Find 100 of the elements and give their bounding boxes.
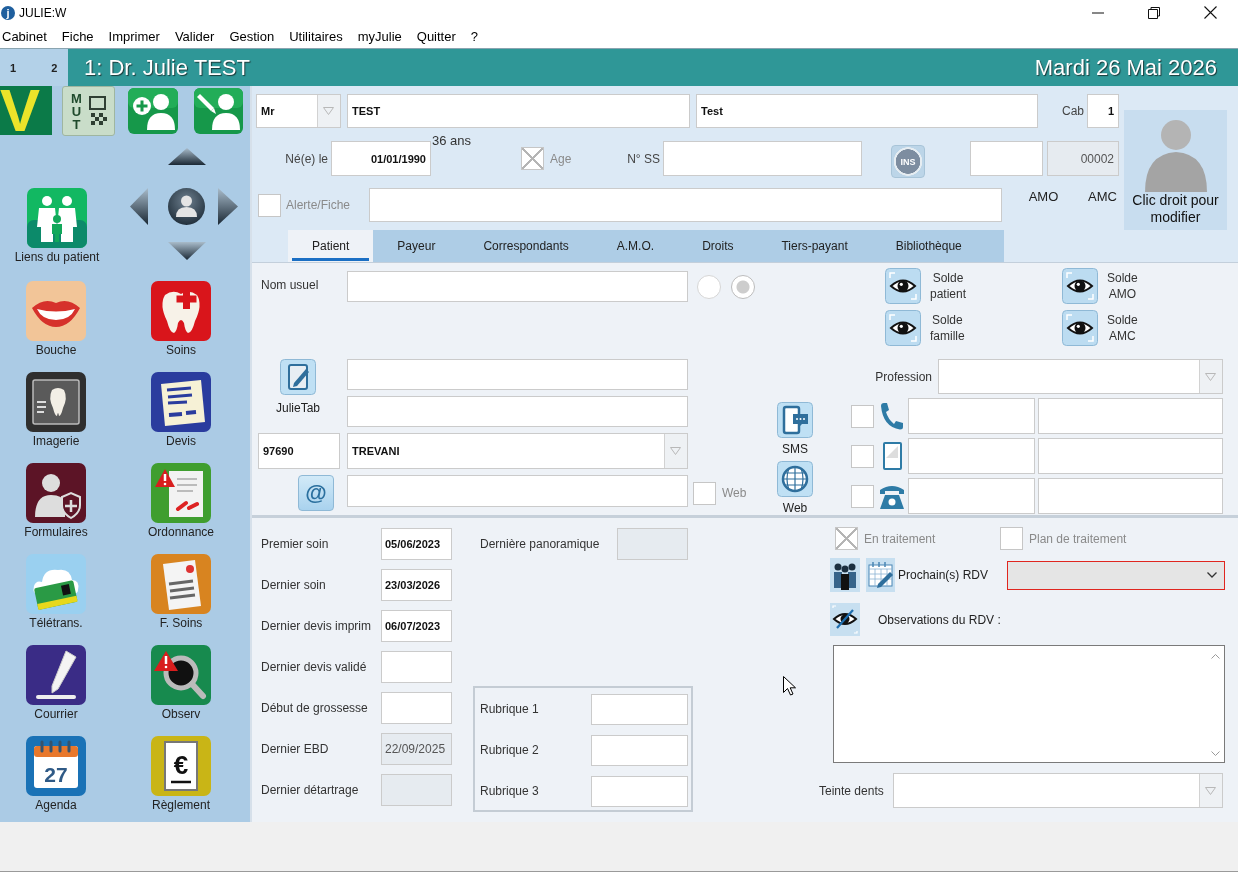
julietab-button[interactable]: JulieTab (276, 359, 320, 415)
number-field[interactable] (970, 141, 1043, 176)
scroll-up-icon[interactable] (1211, 654, 1220, 659)
tab[interactable]: Droits (678, 230, 758, 262)
workspace-tab[interactable]: 1 (6, 61, 21, 74)
calendar-pencil-icon[interactable] (866, 558, 895, 592)
scroll-down-icon[interactable] (1211, 751, 1220, 756)
contact-button[interactable]: Web (777, 461, 813, 515)
radio-button[interactable] (697, 274, 721, 299)
eye-icon[interactable] (885, 310, 921, 346)
phone-field[interactable] (1038, 438, 1223, 474)
phone-field[interactable] (1038, 398, 1223, 434)
person-circle-icon[interactable] (168, 188, 205, 225)
prescription-warning-icon[interactable] (151, 463, 211, 523)
menu-item[interactable]: myJulie (357, 29, 402, 44)
field-label: Né(e) le (284, 152, 329, 166)
vitale-button[interactable]: V (0, 86, 52, 135)
date-field[interactable] (381, 692, 452, 724)
add-person-icon[interactable] (128, 88, 178, 134)
postal-code-field[interactable]: 97690 (258, 433, 340, 469)
ss-number-field[interactable] (663, 141, 862, 176)
edit-person-icon[interactable] (194, 88, 243, 134)
tab[interactable]: Payeur (373, 230, 460, 262)
euro-document-icon[interactable]: € (151, 736, 211, 796)
eye-icon[interactable] (1062, 310, 1098, 346)
phone-handset-icon (880, 402, 904, 430)
field-label: Rubrique 1 (480, 702, 540, 716)
radio-button[interactable] (731, 274, 755, 299)
profession-select[interactable] (938, 359, 1223, 394)
caret-icon (1205, 786, 1216, 795)
eye-slash-icon[interactable] (830, 603, 860, 636)
menu-item[interactable]: Imprimer (108, 29, 160, 44)
phone-field[interactable] (1038, 478, 1223, 514)
date-field[interactable]: 06/07/2023 (381, 610, 452, 642)
mutual-button[interactable]: MUT (62, 86, 115, 136)
email-field[interactable] (347, 475, 688, 507)
checkbox[interactable] (851, 404, 874, 428)
shade-select[interactable] (893, 773, 1223, 808)
document-lines-icon[interactable] (151, 372, 211, 432)
menu-item[interactable]: Valider (174, 29, 215, 44)
family-icon[interactable] (27, 188, 87, 248)
checkbox-label: Alerte/Fiche (285, 198, 352, 212)
date-field[interactable]: 23/03/2026 (381, 569, 452, 601)
email-button[interactable]: @ (298, 475, 334, 511)
practitioner-name: 1: Dr. Julie TEST (84, 54, 250, 81)
contact-button[interactable]: SMS (777, 402, 813, 456)
calendar-icon[interactable]: 27 (26, 736, 86, 796)
first-name-field[interactable]: Test (696, 94, 1038, 128)
address-field[interactable] (347, 359, 688, 390)
phone-field[interactable] (908, 398, 1035, 434)
address-field[interactable] (347, 396, 688, 427)
civility-select[interactable]: Mr (256, 94, 341, 128)
eye-icon[interactable] (1062, 268, 1098, 304)
date-field[interactable]: 05/06/2023 (381, 528, 452, 560)
xray-tooth-icon[interactable] (26, 372, 86, 432)
person-shield-icon[interactable] (26, 463, 86, 523)
cabinet-field[interactable]: 1 (1087, 94, 1119, 128)
menu-item[interactable]: Quitter (416, 29, 456, 44)
custom-field[interactable] (591, 693, 688, 725)
checkbox[interactable] (851, 484, 874, 508)
menu-item[interactable]: Utilitaires (289, 29, 343, 44)
menu-item[interactable]: ? (470, 29, 478, 44)
date-field[interactable] (381, 651, 452, 683)
birth-date-field[interactable]: 01/01/1990 (331, 141, 431, 176)
eye-icon[interactable] (885, 268, 921, 304)
last-name-field[interactable]: TEST (347, 94, 690, 128)
appointment-select[interactable] (1007, 560, 1225, 590)
notes-field[interactable] (833, 645, 1225, 763)
magnifier-warning-icon[interactable] (151, 645, 211, 705)
tab[interactable]: Patient (288, 230, 374, 262)
menu-item[interactable]: Gestion (229, 29, 275, 44)
phone-field[interactable] (908, 438, 1035, 474)
tab[interactable]: A.M.O. (592, 230, 679, 262)
arrow-up-icon[interactable] (168, 148, 206, 165)
balance-label: Solde patient (930, 270, 967, 302)
menu-item[interactable]: Cabinet (2, 29, 47, 44)
custom-field[interactable] (591, 734, 688, 766)
workspace-tab[interactable]: 2 (47, 61, 62, 74)
arrow-right-icon[interactable] (218, 188, 238, 225)
usual-name-field[interactable] (347, 271, 688, 302)
custom-field[interactable] (591, 775, 688, 807)
tab[interactable]: Tiers-payant (757, 230, 872, 262)
city-select[interactable]: TREVANI (347, 433, 688, 469)
menu-item[interactable]: Fiche (61, 29, 94, 44)
document-icon[interactable] (151, 554, 211, 614)
phone-field[interactable] (908, 478, 1035, 514)
arrow-down-icon[interactable] (168, 242, 206, 260)
caret-icon (670, 447, 681, 455)
coverage-label: AMO (1027, 189, 1060, 204)
cloud-card-icon[interactable] (26, 554, 86, 614)
people-icon[interactable] (830, 558, 860, 592)
arrow-left-icon[interactable] (130, 188, 148, 225)
tab[interactable]: Bibliothèque (871, 230, 986, 262)
tooth-cross-icon[interactable] (151, 281, 211, 341)
alert-field[interactable] (369, 188, 1002, 222)
photo-placeholder[interactable]: Clic droit pour modifier (1124, 110, 1227, 230)
lips-icon[interactable] (26, 281, 86, 341)
pen-icon[interactable] (26, 645, 86, 705)
tab[interactable]: Correspondants (459, 230, 593, 262)
checkbox[interactable] (851, 444, 874, 468)
